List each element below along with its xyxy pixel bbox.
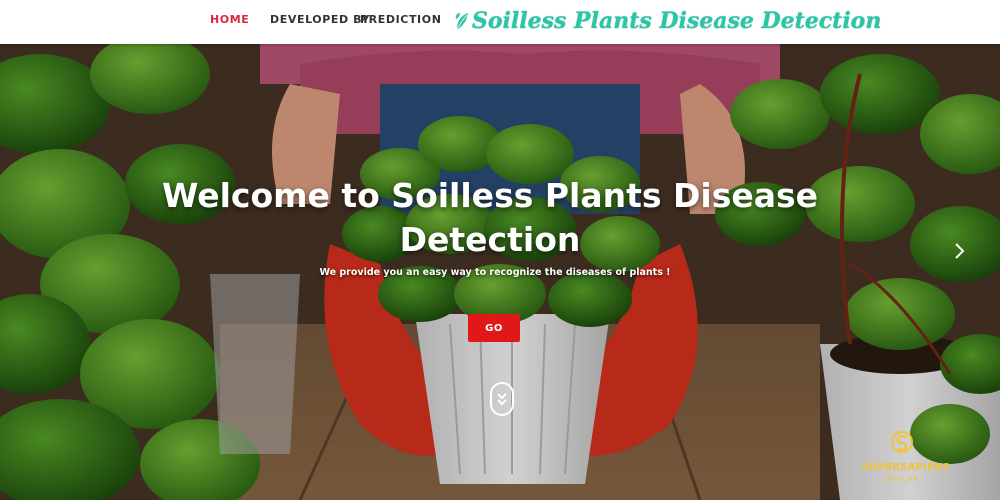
navbar: HOME DEVELOPED BY PREDICTION Soilless Pl… — [0, 0, 1000, 44]
hero-subtitle: We provide you an easy way to recognize … — [319, 267, 671, 278]
go-button[interactable]: GO — [468, 314, 520, 342]
scroll-down-button[interactable] — [490, 382, 514, 416]
double-chevron-down-icon — [497, 393, 507, 406]
chevron-right-icon — [955, 243, 965, 259]
logo-mark-icon — [891, 431, 913, 453]
hero-section: Welcome to Soilless Plants Disease Detec… — [0, 44, 1000, 500]
brand-title: Soilless Plants Disease Detection — [472, 8, 882, 34]
nav-home-link[interactable]: HOME — [210, 13, 249, 26]
hero-title: Welcome to Soilless Plants Disease Detec… — [161, 176, 819, 259]
logo-sub: DEVLAB — [884, 475, 920, 483]
carousel-next-button[interactable] — [948, 240, 970, 262]
nav-developed-by-link[interactable]: DEVELOPED BY — [270, 13, 370, 26]
supersapiens-logo: SUPERSAPIENS DEVLAB — [862, 428, 950, 490]
leaf-icon — [455, 13, 468, 31]
nav-prediction-link[interactable]: PREDICTION — [360, 13, 442, 26]
logo-name: SUPERSAPIENS — [862, 462, 950, 473]
brand[interactable]: Soilless Plants Disease Detection — [454, 4, 881, 38]
